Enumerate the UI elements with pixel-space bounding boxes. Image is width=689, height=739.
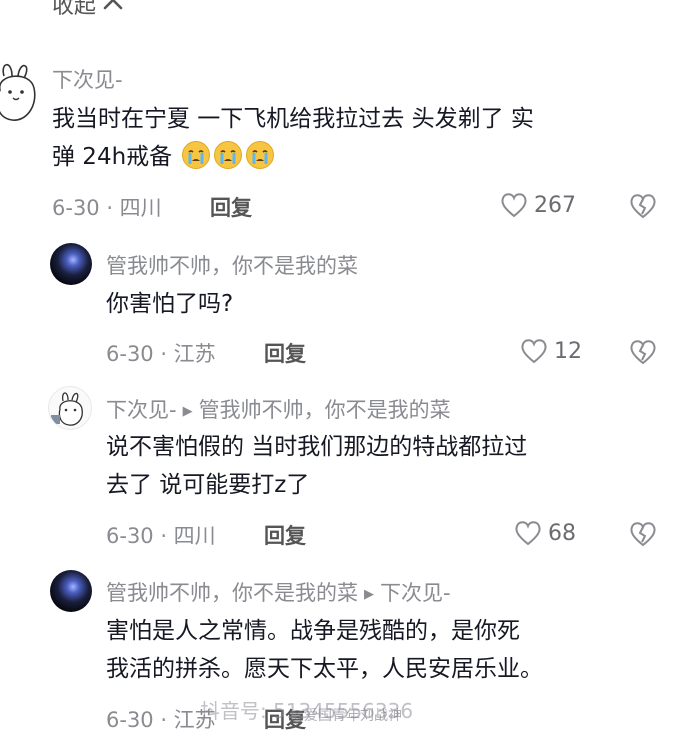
like-count: 267 xyxy=(534,192,576,218)
crying-emoji-icon xyxy=(245,140,275,170)
like-count: 68 xyxy=(548,520,576,546)
play-arrow-icon: ▶ xyxy=(182,404,193,419)
heart-icon xyxy=(515,521,541,546)
reply-to-author[interactable]: 下次见- xyxy=(380,581,451,605)
heart-icon xyxy=(521,339,547,364)
comment-author-line: 下次见- ▶ 管我帅不帅，你不是我的菜 xyxy=(106,394,451,424)
comment-text: 我当时在宁夏 一下飞机给我拉过去 头发剃了 实 弹 24h戒备 xyxy=(52,100,682,176)
collapse-replies-button[interactable]: 收起 xyxy=(52,0,124,20)
dislike-button[interactable] xyxy=(628,192,658,224)
comment-author[interactable]: 下次见- xyxy=(106,398,177,422)
comment-text-line: 去了 说可能要打z了 xyxy=(106,472,310,498)
heart-icon xyxy=(501,193,527,218)
crying-emoji-icon xyxy=(181,140,211,170)
dislike-button[interactable] xyxy=(628,520,658,552)
avatar[interactable] xyxy=(50,243,92,285)
comment-text-line: 我当时在宁夏 一下飞机给我拉过去 头发剃了 实 xyxy=(52,106,534,132)
reply-to-author[interactable]: 管我帅不帅，你不是我的菜 xyxy=(199,398,451,422)
avatar[interactable] xyxy=(50,570,92,612)
chevron-up-icon xyxy=(103,0,123,10)
comment-author-line: 管我帅不帅，你不是我的菜 ▶ 下次见- xyxy=(106,577,451,607)
comment-text-line-2: 弹 24h戒备 xyxy=(52,138,682,176)
like-count: 12 xyxy=(554,338,582,364)
comment-text: 说不害怕假的 当时我们那边的特战都拉过 去了 说可能要打z了 xyxy=(106,428,666,504)
comment-text-line: 我活的拼杀。愿天下太平，人民安居乐业。 xyxy=(106,656,543,682)
watermark-author: @爱国青年刘战神 xyxy=(290,708,402,724)
comment-text-line: 说不害怕假的 当时我们那边的特战都拉过 xyxy=(106,434,528,460)
bunny-avatar-icon xyxy=(0,63,36,121)
comment-date-location: 6-30 · 四川 xyxy=(52,196,162,220)
comment-date-location: 6-30 · 江苏 xyxy=(106,342,216,366)
broken-heart-icon xyxy=(630,522,656,547)
crying-emoji-icon xyxy=(213,140,243,170)
comment-author[interactable]: 下次见- xyxy=(52,64,123,94)
reply-button[interactable]: 回复 xyxy=(264,520,306,550)
comment-text-line: 弹 24h戒备 xyxy=(52,144,173,170)
like-button[interactable]: 68 xyxy=(514,520,576,546)
avatar[interactable] xyxy=(48,386,92,430)
like-button[interactable]: 12 xyxy=(520,338,582,364)
reply-button[interactable]: 回复 xyxy=(210,192,252,222)
broken-heart-icon xyxy=(630,194,656,219)
comment-date-location: 6-30 · 四川 xyxy=(106,524,216,548)
collapse-label: 收起 xyxy=(52,0,97,19)
comment-author[interactable]: 管我帅不帅，你不是我的菜 xyxy=(106,581,358,605)
comment-text-line: 害怕是人之常情。战争是残酷的，是你死 xyxy=(106,618,520,644)
reply-button[interactable]: 回复 xyxy=(264,338,306,368)
dislike-button[interactable] xyxy=(628,338,658,370)
bunny-avatar-icon xyxy=(51,392,83,426)
like-button[interactable]: 267 xyxy=(500,192,576,218)
play-arrow-icon: ▶ xyxy=(364,587,374,602)
avatar[interactable] xyxy=(0,58,50,132)
comment-author[interactable]: 管我帅不帅，你不是我的菜 xyxy=(106,250,358,280)
comment-text: 你害怕了吗? xyxy=(106,291,234,317)
comment-text: 害怕是人之常情。战争是残酷的，是你死 我活的拼杀。愿天下太平，人民安居乐业。 xyxy=(106,612,676,688)
broken-heart-icon xyxy=(630,340,656,365)
